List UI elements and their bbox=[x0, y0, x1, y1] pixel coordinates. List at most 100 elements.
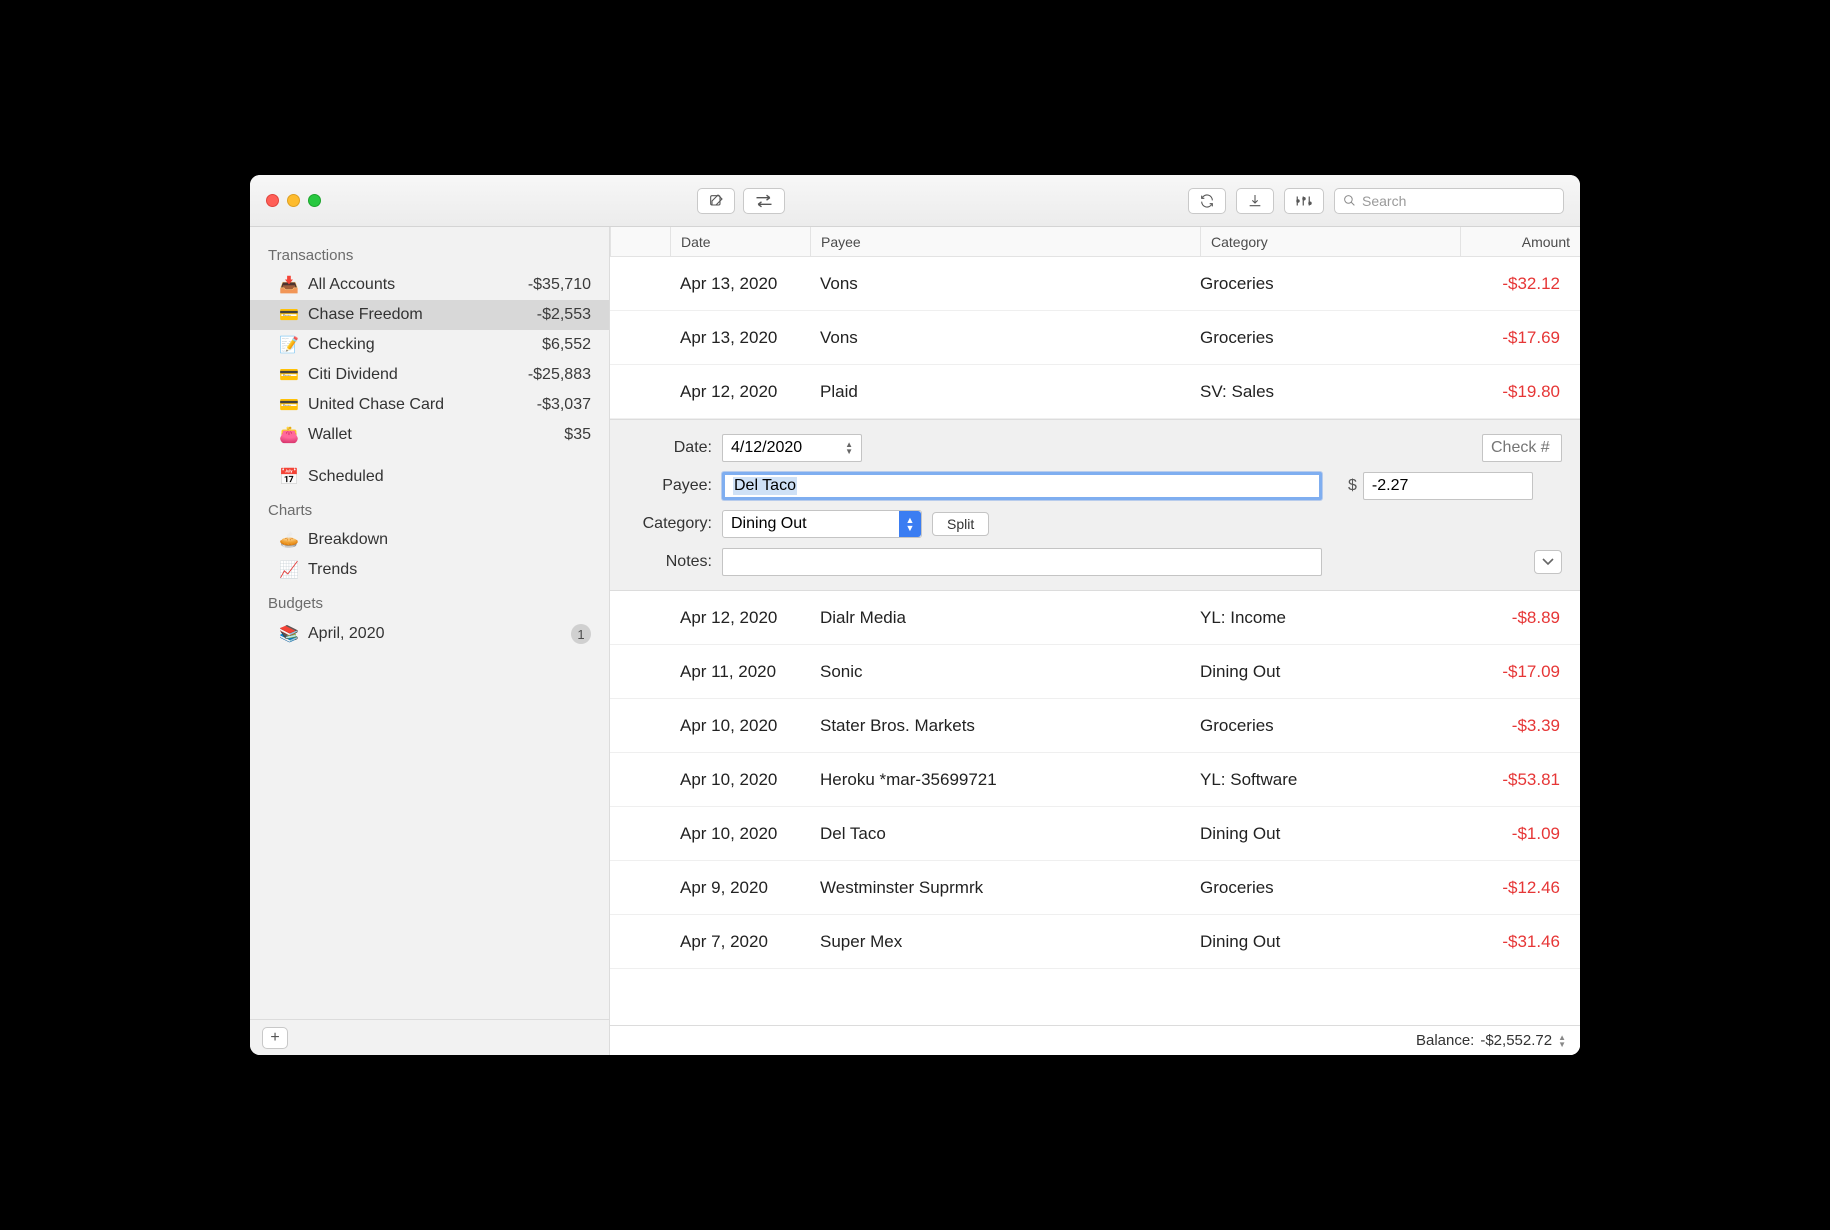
column-flag[interactable] bbox=[610, 227, 670, 256]
sidebar-item-label: Chase Freedom bbox=[308, 306, 527, 324]
download-button[interactable] bbox=[1236, 188, 1274, 214]
sidebar-item-label: Scheduled bbox=[308, 468, 591, 486]
status-bar: Balance: -$2,552.72 ▲▼ bbox=[610, 1025, 1580, 1055]
row-category: YL: Income bbox=[1190, 608, 1450, 628]
sidebar-section-header: Budgets bbox=[250, 585, 609, 618]
sidebar-item[interactable]: 📝 Checking $6,552 bbox=[250, 330, 609, 360]
check-number-input[interactable] bbox=[1482, 434, 1562, 462]
expand-button[interactable] bbox=[1534, 550, 1562, 574]
row-payee: Del Taco bbox=[810, 824, 1190, 844]
sidebar-item-amount: $35 bbox=[564, 426, 591, 444]
sidebar-item-icon: 📅 bbox=[280, 468, 298, 486]
sidebar-item-label: United Chase Card bbox=[308, 396, 527, 414]
sidebar-item-label: Checking bbox=[308, 336, 532, 354]
column-category[interactable]: Category bbox=[1200, 227, 1460, 256]
table-row[interactable]: Apr 13, 2020VonsGroceries-$17.69 bbox=[610, 311, 1580, 365]
row-category: Dining Out bbox=[1190, 662, 1450, 682]
notes-input[interactable] bbox=[722, 548, 1322, 576]
category-label: Category: bbox=[628, 515, 712, 533]
sidebar-item-label: Trends bbox=[308, 561, 591, 579]
table-row[interactable]: Apr 12, 2020Dialr MediaYL: Income-$8.89 bbox=[610, 591, 1580, 645]
table-row[interactable]: Apr 7, 2020Super MexDining Out-$31.46 bbox=[610, 915, 1580, 969]
row-date: Apr 13, 2020 bbox=[670, 274, 810, 294]
sidebar-item[interactable]: 📚April, 20201 bbox=[250, 618, 609, 650]
sidebar-item-amount: -$2,553 bbox=[537, 306, 591, 324]
transfer-button[interactable] bbox=[743, 188, 785, 214]
row-date: Apr 10, 2020 bbox=[670, 716, 810, 736]
row-category: Groceries bbox=[1190, 716, 1450, 736]
sidebar-item[interactable]: 🥧Breakdown bbox=[250, 525, 609, 555]
table-row[interactable]: Apr 13, 2020VonsGroceries-$32.12 bbox=[610, 257, 1580, 311]
main-panel: Date Payee Category Amount Apr 13, 2020V… bbox=[610, 227, 1580, 1055]
table-row[interactable]: Apr 10, 2020Heroku *mar-35699721YL: Soft… bbox=[610, 753, 1580, 807]
row-payee: Super Mex bbox=[810, 932, 1190, 952]
search-icon bbox=[1343, 194, 1356, 207]
sync-button[interactable] bbox=[1188, 188, 1226, 214]
sidebar-item[interactable]: 📈Trends bbox=[250, 555, 609, 585]
category-select[interactable]: Dining Out ▲▼ bbox=[722, 510, 922, 538]
date-stepper-icon[interactable]: ▲▼ bbox=[845, 441, 853, 455]
currency-symbol: $ bbox=[1348, 477, 1357, 495]
row-amount: -$17.09 bbox=[1450, 662, 1570, 682]
sidebar-item-icon: 📚 bbox=[280, 625, 298, 643]
sidebar-item[interactable]: 💳Chase Freedom-$2,553 bbox=[250, 300, 609, 330]
balance-label: Balance: bbox=[1416, 1032, 1474, 1049]
sidebar-item-amount: $6,552 bbox=[542, 336, 591, 354]
date-label: Date: bbox=[628, 439, 712, 457]
sidebar-item[interactable]: 👛 Wallet $35 bbox=[250, 420, 609, 450]
add-account-button[interactable]: + bbox=[262, 1027, 288, 1049]
sidebar-item-icon: 📝 bbox=[280, 336, 298, 354]
compose-button[interactable] bbox=[697, 188, 735, 214]
table-body[interactable]: Apr 13, 2020VonsGroceries-$32.12Apr 13, … bbox=[610, 257, 1580, 1025]
zoom-window-button[interactable] bbox=[308, 194, 321, 207]
row-payee: Stater Bros. Markets bbox=[810, 716, 1190, 736]
row-amount: -$8.89 bbox=[1450, 608, 1570, 628]
row-payee: Dialr Media bbox=[810, 608, 1190, 628]
sidebar-item[interactable]: 💳 United Chase Card -$3,037 bbox=[250, 390, 609, 420]
row-payee: Heroku *mar-35699721 bbox=[810, 770, 1190, 790]
row-amount: -$17.69 bbox=[1450, 328, 1570, 348]
row-date: Apr 10, 2020 bbox=[670, 824, 810, 844]
sidebar-item-label: Breakdown bbox=[308, 531, 591, 549]
row-date: Apr 7, 2020 bbox=[670, 932, 810, 952]
table-row[interactable]: Apr 10, 2020Stater Bros. MarketsGrocerie… bbox=[610, 699, 1580, 753]
balance-stepper-icon[interactable]: ▲▼ bbox=[1558, 1034, 1566, 1048]
row-category: SV: Sales bbox=[1190, 382, 1450, 402]
date-input[interactable]: 4/12/2020 ▲▼ bbox=[722, 434, 862, 462]
sidebar-item-label: Citi Dividend bbox=[308, 366, 518, 384]
close-window-button[interactable] bbox=[266, 194, 279, 207]
payee-label: Payee: bbox=[628, 477, 712, 495]
minimize-window-button[interactable] bbox=[287, 194, 300, 207]
sidebar-item[interactable]: 💳Citi Dividend-$25,883 bbox=[250, 360, 609, 390]
column-payee[interactable]: Payee bbox=[810, 227, 1200, 256]
payee-input[interactable]: Del Taco bbox=[722, 472, 1322, 500]
search-placeholder: Search bbox=[1362, 193, 1406, 209]
table-row[interactable]: Apr 11, 2020SonicDining Out-$17.09 bbox=[610, 645, 1580, 699]
search-input[interactable]: Search bbox=[1334, 188, 1564, 214]
sidebar-item[interactable]: 📅 Scheduled bbox=[250, 462, 609, 492]
column-amount[interactable]: Amount bbox=[1460, 227, 1580, 256]
table-header: Date Payee Category Amount bbox=[610, 227, 1580, 257]
sidebar-item-amount: -$3,037 bbox=[537, 396, 591, 414]
app-window: Search Transactions📥All Accounts-$35,710… bbox=[250, 175, 1580, 1055]
amount-input[interactable] bbox=[1363, 472, 1533, 500]
row-amount: -$3.39 bbox=[1450, 716, 1570, 736]
sidebar-item-amount: -$25,883 bbox=[528, 366, 591, 384]
sidebar-item-label: April, 2020 bbox=[308, 625, 561, 643]
sidebar-item-icon: 👛 bbox=[280, 426, 298, 444]
chevron-down-icon bbox=[1542, 557, 1554, 567]
sidebar-item-label: Wallet bbox=[308, 426, 554, 444]
row-date: Apr 13, 2020 bbox=[670, 328, 810, 348]
sidebar-item-label: All Accounts bbox=[308, 276, 518, 294]
sidebar-item[interactable]: 📥All Accounts-$35,710 bbox=[250, 270, 609, 300]
table-row[interactable]: Apr 12, 2020PlaidSV: Sales-$19.80 bbox=[610, 365, 1580, 419]
table-row[interactable]: Apr 9, 2020Westminster SuprmrkGroceries-… bbox=[610, 861, 1580, 915]
filter-button[interactable] bbox=[1284, 188, 1324, 214]
row-date: Apr 9, 2020 bbox=[670, 878, 810, 898]
column-date[interactable]: Date bbox=[670, 227, 810, 256]
row-amount: -$1.09 bbox=[1450, 824, 1570, 844]
sidebar-item-icon: 💳 bbox=[280, 396, 298, 414]
split-button[interactable]: Split bbox=[932, 512, 989, 536]
table-row[interactable]: Apr 10, 2020Del TacoDining Out-$1.09 bbox=[610, 807, 1580, 861]
row-category: Dining Out bbox=[1190, 932, 1450, 952]
